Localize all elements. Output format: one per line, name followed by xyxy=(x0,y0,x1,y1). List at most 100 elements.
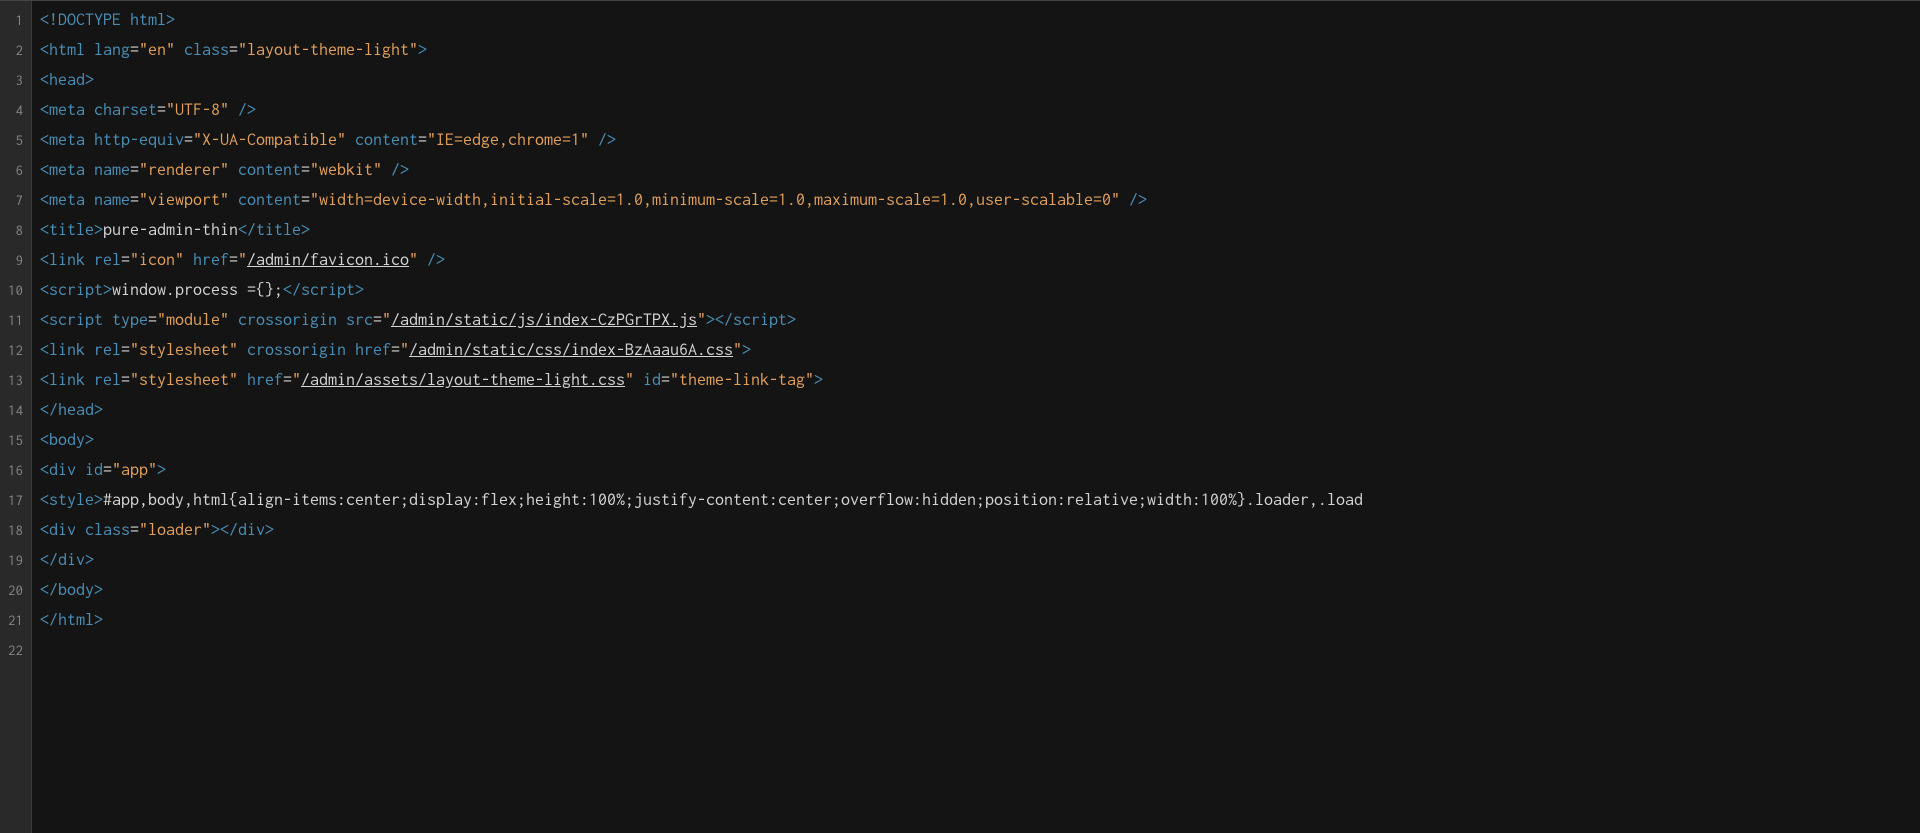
code-token: div xyxy=(58,551,85,569)
code-token: " xyxy=(409,251,418,269)
code-line[interactable]: </div> xyxy=(40,545,1920,575)
code-token: " xyxy=(382,311,391,329)
code-token: script xyxy=(301,281,355,299)
code-token: link xyxy=(49,251,85,269)
code-token: < xyxy=(40,161,49,179)
code-line[interactable]: <link rel="stylesheet" href="/admin/asse… xyxy=(40,365,1920,395)
code-token xyxy=(76,521,85,539)
code-token xyxy=(175,41,184,59)
code-token: > xyxy=(301,221,310,239)
code-line[interactable]: </html> xyxy=(40,605,1920,635)
code-editor[interactable]: 12345678910111213141516171819202122 <!DO… xyxy=(0,0,1920,833)
code-line[interactable]: <title>pure-admin-thin</title> xyxy=(40,215,1920,245)
code-area[interactable]: <!DOCTYPE html><html lang="en" class="la… xyxy=(32,1,1920,833)
code-token: lang xyxy=(94,41,130,59)
code-line[interactable]: <div id="app"> xyxy=(40,455,1920,485)
code-token: < xyxy=(40,431,49,449)
code-token: /admin/favicon.ico xyxy=(247,251,409,269)
code-token: > xyxy=(418,41,427,59)
line-number: 16 xyxy=(4,455,23,485)
code-token: "en" xyxy=(139,41,175,59)
code-token: meta xyxy=(49,191,85,209)
line-number: 6 xyxy=(4,155,23,185)
code-token: charset xyxy=(94,101,157,119)
code-token: href xyxy=(247,371,283,389)
code-line[interactable]: <meta name="renderer" content="webkit" /… xyxy=(40,155,1920,185)
code-token xyxy=(337,311,346,329)
line-number: 8 xyxy=(4,215,23,245)
code-token: > xyxy=(166,11,175,29)
code-token xyxy=(85,101,94,119)
code-token: html xyxy=(58,611,94,629)
code-token: "viewport" xyxy=(139,191,229,209)
code-token xyxy=(229,161,238,179)
code-token: script xyxy=(733,311,787,329)
code-token xyxy=(238,371,247,389)
code-token: window.process ={}; xyxy=(112,281,283,299)
code-token: "width=device-width,initial-scale=1.0,mi… xyxy=(310,191,1120,209)
code-token xyxy=(634,371,643,389)
code-token: < xyxy=(40,251,49,269)
code-token: rel xyxy=(94,251,121,269)
code-token: < xyxy=(40,491,49,509)
code-token: = xyxy=(103,461,112,479)
code-line[interactable]: <body> xyxy=(40,425,1920,455)
code-token: = xyxy=(130,521,139,539)
code-token xyxy=(85,131,94,149)
code-token: " xyxy=(238,251,247,269)
code-line[interactable]: <meta name="viewport" content="width=dev… xyxy=(40,185,1920,215)
code-token: "app" xyxy=(112,461,157,479)
code-token: = xyxy=(148,311,157,329)
code-token: = xyxy=(184,131,193,149)
code-token: ></ xyxy=(706,311,733,329)
code-token xyxy=(85,161,94,179)
code-token: > xyxy=(814,371,823,389)
code-token: http-equiv xyxy=(94,131,184,149)
code-line[interactable]: <head> xyxy=(40,65,1920,95)
code-token: > xyxy=(355,281,364,299)
code-line[interactable]: <link rel="stylesheet" crossorigin href=… xyxy=(40,335,1920,365)
code-line[interactable]: <div class="loader"></div> xyxy=(40,515,1920,545)
code-token: " xyxy=(733,341,742,359)
code-token xyxy=(184,251,193,269)
code-token: rel xyxy=(94,341,121,359)
code-token xyxy=(382,161,391,179)
code-line[interactable]: <!DOCTYPE html> xyxy=(40,5,1920,35)
line-number: 5 xyxy=(4,125,23,155)
code-token xyxy=(76,461,85,479)
code-token: < xyxy=(40,221,49,239)
code-line[interactable]: <html lang="en" class="layout-theme-ligh… xyxy=(40,35,1920,65)
code-line[interactable]: <link rel="icon" href="/admin/favicon.ic… xyxy=(40,245,1920,275)
line-number: 17 xyxy=(4,485,23,515)
code-line[interactable]: <meta charset="UTF-8" /> xyxy=(40,95,1920,125)
code-token: = xyxy=(130,161,139,179)
code-token: /> xyxy=(427,251,445,269)
code-token: #app,body,html{align-items:center;displa… xyxy=(103,491,1363,509)
code-line[interactable] xyxy=(40,635,1920,665)
code-token: meta xyxy=(49,161,85,179)
code-token: script xyxy=(49,281,103,299)
line-number: 4 xyxy=(4,95,23,125)
code-token: ></ xyxy=(211,521,238,539)
code-token: < xyxy=(40,521,49,539)
code-line[interactable]: <script>window.process ={};</script> xyxy=(40,275,1920,305)
line-number: 14 xyxy=(4,395,23,425)
code-token: "IE=edge,chrome=1" xyxy=(427,131,589,149)
code-token: /> xyxy=(598,131,616,149)
code-line[interactable]: <script type="module" crossorigin src="/… xyxy=(40,305,1920,335)
code-token: style xyxy=(49,491,94,509)
code-token: < xyxy=(40,101,49,119)
line-number: 12 xyxy=(4,335,23,365)
code-token: < xyxy=(40,371,49,389)
code-token xyxy=(1120,191,1129,209)
code-token: > xyxy=(85,71,94,89)
code-line[interactable]: <meta http-equiv="X-UA-Compatible" conte… xyxy=(40,125,1920,155)
code-token: = xyxy=(391,341,400,359)
code-token: < xyxy=(40,311,49,329)
code-line[interactable]: </head> xyxy=(40,395,1920,425)
code-line[interactable]: <style>#app,body,html{align-items:center… xyxy=(40,485,1920,515)
code-token: "stylesheet" xyxy=(130,341,238,359)
code-token: " xyxy=(625,371,634,389)
code-line[interactable]: </body> xyxy=(40,575,1920,605)
code-token: href xyxy=(193,251,229,269)
